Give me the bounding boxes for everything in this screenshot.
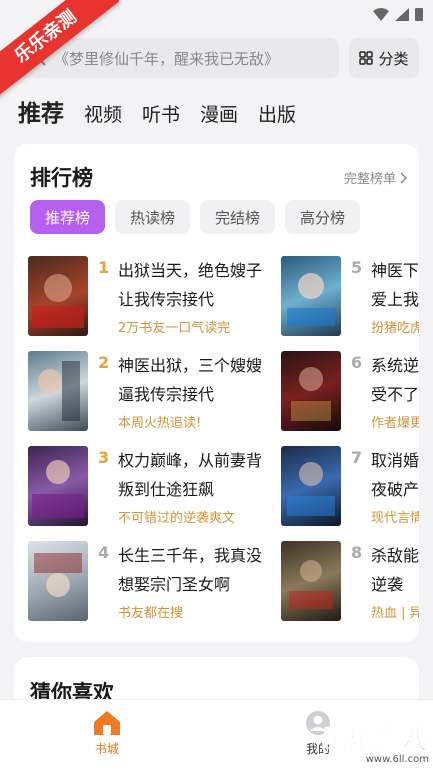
book-title: 神医出狱，三个嫂嫂逼我传宗接代 xyxy=(118,356,263,404)
book-tag: 作者爆更 xyxy=(371,416,419,431)
book-tag: 现代言情 xyxy=(371,511,419,526)
book-title: 杀敌能爆，矛兵一路逆袭 xyxy=(371,546,419,594)
ranking-filters: 推荐榜 热读榜 完结榜 高分榜 xyxy=(30,200,361,234)
wifi-icon xyxy=(373,7,389,21)
book-cover xyxy=(28,256,88,336)
book-cover xyxy=(28,541,88,621)
ranking-title: 排行榜 xyxy=(30,166,93,190)
chevron-right-icon xyxy=(400,171,407,184)
nav-home-label: 书城 xyxy=(94,742,119,756)
site-watermark: 乐乐游戏 www.6ll.com xyxy=(320,719,429,766)
rank-number: 7 xyxy=(351,448,363,467)
book-title: 出狱当天，绝色嫂子让我传宗接代 xyxy=(118,261,263,309)
book-title: 系统逆天，仙子直呼受不了 xyxy=(371,356,419,404)
watermark-text: 乐乐游戏 xyxy=(320,725,429,756)
book-cover xyxy=(281,446,341,526)
rank-number: 6 xyxy=(351,353,363,372)
book-title: 长生三千年，我真没想娶宗门圣女啊 xyxy=(118,546,263,594)
signal-icon xyxy=(395,7,409,21)
filter-high-score[interactable]: 高分榜 xyxy=(285,200,361,234)
rank-number: 2 xyxy=(98,353,110,372)
book-tag: 书友都在搜 xyxy=(118,606,184,621)
rank-number: 4 xyxy=(98,543,110,562)
tab-audiobook[interactable]: 听书 xyxy=(142,100,180,127)
book-cover xyxy=(281,256,341,336)
tab-recommend[interactable]: 推荐 xyxy=(18,94,64,128)
home-icon xyxy=(94,711,120,735)
book-cover xyxy=(281,351,341,431)
book-cover xyxy=(281,541,341,621)
book-tag: 热血 | 异 xyxy=(371,606,419,621)
book-item[interactable]: 5 神医下山，冷艳总裁爱上我 扮猪吃虎 xyxy=(281,256,419,340)
status-icons xyxy=(373,7,423,21)
filter-hot-read[interactable]: 热读榜 xyxy=(115,200,191,234)
search-row: 《梦里修仙千年，醒来我已无敌》 分类 xyxy=(14,38,419,78)
book-cover xyxy=(28,446,88,526)
category-button[interactable]: 分类 xyxy=(349,38,419,78)
book-tag: 不可错过的逆袭爽文 xyxy=(118,511,236,526)
category-label: 分类 xyxy=(378,49,409,68)
tab-video[interactable]: 视频 xyxy=(84,100,122,127)
tab-publishing[interactable]: 出版 xyxy=(258,100,296,127)
book-item[interactable]: 8 杀敌能爆，矛兵一路逆袭 热血 | 异 xyxy=(281,541,419,625)
search-placeholder: 《梦里修仙千年，醒来我已无敌》 xyxy=(54,49,280,68)
book-item[interactable]: 1 出狱当天，绝色嫂子让我传宗接代 2万书友一口气读完 xyxy=(28,256,288,340)
book-item[interactable]: 4 长生三千年，我真没想娶宗门圣女啊 书友都在搜 xyxy=(28,541,288,625)
rank-number: 5 xyxy=(351,258,363,277)
book-item[interactable]: 6 系统逆天，仙子直呼受不了 作者爆更 xyxy=(281,351,419,435)
rank-number: 8 xyxy=(351,543,363,562)
tab-comic[interactable]: 漫画 xyxy=(200,100,238,127)
book-tag: 扮猪吃虎 xyxy=(371,321,419,336)
book-tag: 本周火热追读! xyxy=(118,416,202,431)
book-item[interactable]: 3 权力巅峰，从前妻背叛到仕途狂飙 不可错过的逆袭爽文 xyxy=(28,446,288,530)
rank-number: 1 xyxy=(98,258,110,277)
book-tag: 2万书友一口气读完 xyxy=(118,321,231,336)
nav-home[interactable]: 书城 xyxy=(91,710,123,757)
grid-icon xyxy=(359,51,374,65)
filter-completed[interactable]: 完结榜 xyxy=(200,200,276,234)
filter-recommend[interactable]: 推荐榜 xyxy=(30,200,106,234)
book-item[interactable]: 7 取消婚约，和小三连夜破产 现代言情 xyxy=(281,446,419,530)
full-list-link[interactable]: 完整榜单 xyxy=(344,168,407,187)
book-cover xyxy=(28,351,88,431)
book-item[interactable]: 2 神医出狱，三个嫂嫂逼我传宗接代 本周火热追读! xyxy=(28,351,288,435)
ranking-card: 排行榜 完整榜单 推荐榜 热读榜 完结榜 高分榜 1 出狱当天，绝色嫂子让我传宗… xyxy=(14,144,419,642)
top-tabs: 推荐 视频 听书 漫画 出版 xyxy=(18,94,296,128)
battery-icon xyxy=(415,8,423,21)
book-title: 权力巅峰，从前妻背叛到仕途狂飙 xyxy=(118,451,263,499)
rank-number: 3 xyxy=(98,448,110,467)
book-title: 神医下山，冷艳总裁爱上我 xyxy=(371,261,419,309)
full-list-label: 完整榜单 xyxy=(343,172,396,187)
watermark-url: www.6ll.com xyxy=(365,754,429,765)
book-title: 取消婚约，和小三连夜破产 xyxy=(371,451,419,499)
